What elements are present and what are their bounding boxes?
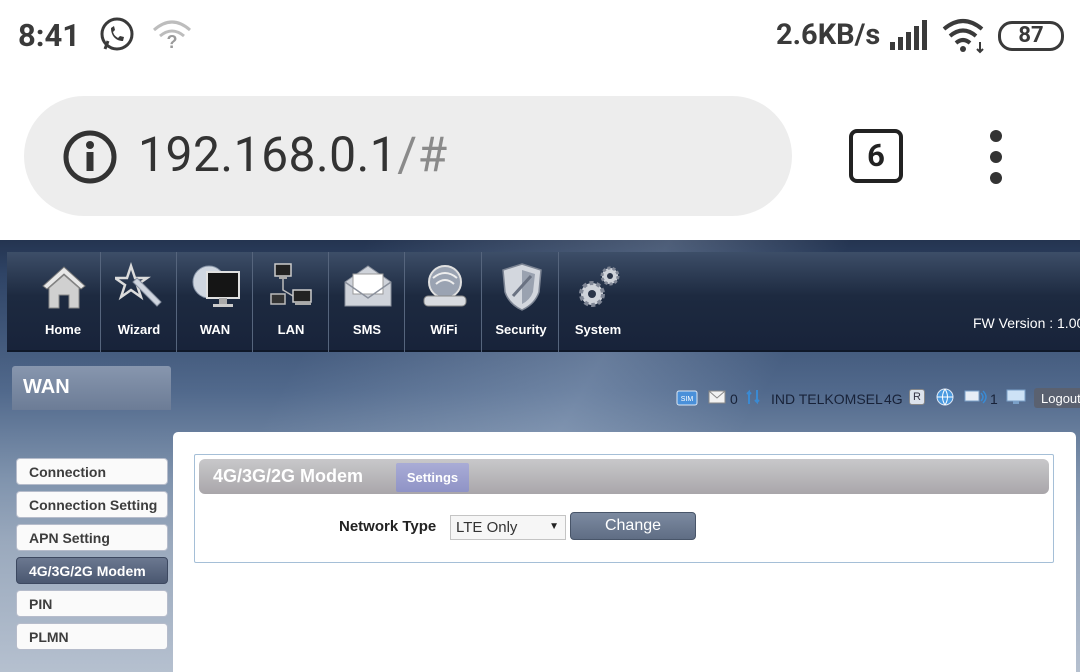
wizard-icon — [115, 262, 162, 307]
modem-settings-panel: 4G/3G/2G Modem Settings Network Type LTE… — [194, 454, 1054, 563]
nav-label: LAN — [277, 322, 305, 337]
browser-toolbar: 192.168.0.1/# 6 — [0, 72, 1080, 240]
sidebar-item-pin[interactable]: PIN — [16, 590, 168, 617]
tab-switcher-button[interactable]: 6 — [849, 129, 903, 183]
url-path: /# — [397, 126, 448, 183]
wan-icon — [192, 265, 240, 307]
sidebar-item-plmn[interactable]: PLMN — [16, 623, 168, 650]
status-bar: 8:41 ? 2.6KB/s 87 — [0, 0, 1080, 72]
nav-label: System — [574, 322, 622, 337]
sidebar-item-connection-setting[interactable]: Connection Setting — [16, 491, 168, 518]
client-count: 1 — [990, 391, 998, 407]
nav-wifi[interactable]: WiFi — [406, 252, 482, 352]
nav-label: WAN — [199, 322, 231, 337]
sim-icon: SIM — [676, 390, 698, 406]
shield-icon — [502, 263, 542, 311]
computer-icon — [1006, 389, 1026, 404]
url-host: 192.168.0.1 — [138, 126, 398, 183]
dropdown-caret-icon: ▼ — [549, 521, 559, 532]
battery-level: 87 — [1018, 23, 1044, 48]
roaming-badge: R — [909, 389, 925, 405]
nav-label: Home — [44, 322, 82, 337]
nav-lan[interactable]: LAN — [253, 252, 329, 352]
sidebar-item-connection[interactable]: Connection — [16, 458, 168, 485]
svg-text:?: ? — [167, 32, 178, 52]
wifi-icon — [942, 19, 984, 54]
router-admin-page: Home Wizard WAN LAN SMS WiFi Security Sy… — [0, 240, 1080, 672]
firmware-version: FW Version : 1.00 — [973, 315, 1080, 331]
lan-icon — [270, 263, 312, 305]
logout-button[interactable]: Logout — [1034, 388, 1080, 408]
change-button[interactable]: Change — [570, 512, 696, 540]
nav-wan[interactable]: WAN — [177, 252, 253, 352]
network-arrows-icon — [746, 389, 760, 405]
nav-sms[interactable]: SMS — [329, 252, 405, 352]
message-icon — [708, 390, 726, 404]
svg-text:SIM: SIM — [681, 396, 694, 403]
status-time: 8:41 — [18, 17, 81, 54]
network-type-label: Network Type — [339, 518, 437, 535]
tab-settings[interactable]: Settings — [396, 463, 469, 492]
signal-icon — [890, 20, 927, 50]
main-nav: Home Wizard WAN LAN SMS WiFi Security Sy… — [7, 252, 1080, 352]
panel-title: 4G/3G/2G Modem — [213, 466, 364, 486]
wifi-clients-icon — [964, 390, 987, 404]
page-title-tab: WAN — [12, 366, 171, 410]
sms-icon — [344, 265, 392, 307]
address-bar[interactable]: 192.168.0.1/# — [24, 96, 792, 216]
network-type-select[interactable]: LTE Only ▼ — [450, 515, 566, 540]
nav-security[interactable]: Security — [483, 252, 559, 352]
nav-home[interactable]: Home — [25, 252, 101, 352]
panel-header: 4G/3G/2G Modem Settings — [199, 459, 1049, 494]
nav-wizard[interactable]: Wizard — [101, 252, 177, 352]
nav-label: Security — [495, 322, 547, 337]
info-icon[interactable] — [62, 129, 118, 185]
sms-count: 0 — [730, 391, 738, 407]
operator-name: IND TELKOMSEL — [771, 391, 883, 407]
globe-icon — [936, 388, 954, 406]
wifi-router-icon — [423, 265, 467, 307]
more-menu-icon[interactable] — [984, 130, 1008, 184]
whatsapp-icon — [100, 17, 134, 51]
sidebar-item-apn-setting[interactable]: APN Setting — [16, 524, 168, 551]
nav-label: WiFi — [430, 322, 458, 337]
battery-icon: 87 — [998, 21, 1064, 51]
network-speed: 2.6KB/s — [776, 18, 881, 52]
nav-system[interactable]: System — [560, 252, 636, 352]
network-mode: 4G — [884, 391, 903, 407]
page-title: WAN — [23, 376, 70, 398]
home-icon — [42, 266, 86, 309]
network-type-value: LTE Only — [456, 519, 518, 536]
wifi-unknown-icon: ? — [153, 20, 191, 52]
url-text[interactable]: 192.168.0.1/# — [138, 126, 448, 183]
sidebar-item-modem[interactable]: 4G/3G/2G Modem — [16, 557, 168, 584]
content-area: 4G/3G/2G Modem Settings Network Type LTE… — [173, 432, 1076, 672]
nav-label: SMS — [352, 322, 382, 337]
gears-icon — [579, 266, 620, 307]
nav-label: Wizard — [117, 322, 161, 337]
